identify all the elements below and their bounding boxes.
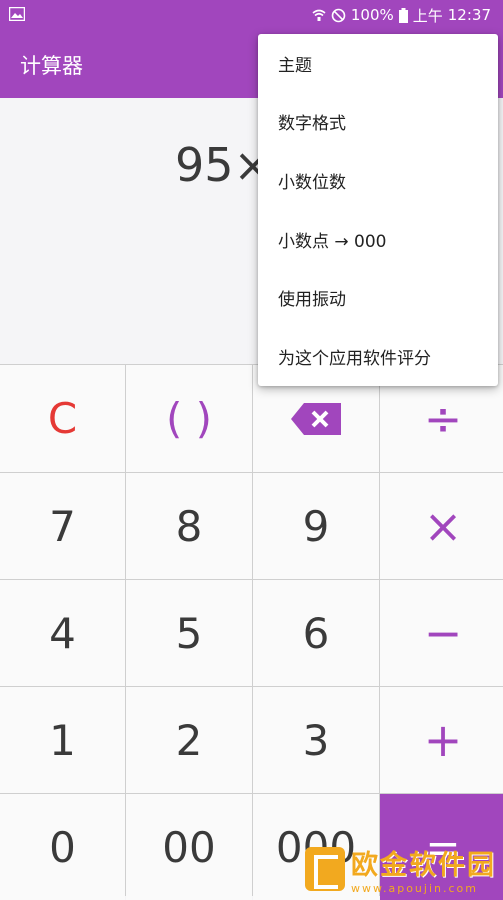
digit-3-button[interactable]: 3 xyxy=(253,687,379,793)
menu-item-decimal-point-000[interactable]: 小数点 → 000 xyxy=(258,210,498,269)
digit-5-button[interactable]: 5 xyxy=(126,580,252,686)
status-right: 100% 上午 12:37 xyxy=(312,0,491,30)
clock: 12:37 xyxy=(447,6,491,24)
subtract-button[interactable]: − xyxy=(380,580,503,686)
digit-7-button[interactable]: 7 xyxy=(0,473,125,579)
digit-1-button[interactable]: 1 xyxy=(0,687,125,793)
menu-item-rate-app[interactable]: 为这个应用软件评分 xyxy=(258,327,498,386)
watermark-logo-icon xyxy=(305,846,345,891)
keypad: C ( ) ÷ 7 8 9 × 4 5 6 − 1 2 3 + 0 00 000… xyxy=(0,364,503,900)
wifi-icon xyxy=(312,9,326,21)
digit-0-button[interactable]: 0 xyxy=(0,794,125,900)
menu-item-theme[interactable]: 主题 xyxy=(258,34,498,93)
time-period: 上午 xyxy=(412,6,443,25)
digit-6-button[interactable]: 6 xyxy=(253,580,379,686)
watermark-url: www.apoujin.com xyxy=(351,881,478,895)
parentheses-button[interactable]: ( ) xyxy=(126,365,252,472)
multiply-button[interactable]: × xyxy=(380,473,503,579)
clear-button[interactable]: C xyxy=(0,365,125,472)
watermark: 欧金软件园 www.apoujin.com xyxy=(305,842,503,895)
battery-percent: 100% xyxy=(350,6,394,24)
digit-4-button[interactable]: 4 xyxy=(0,580,125,686)
menu-item-decimal-places[interactable]: 小数位数 xyxy=(258,151,498,210)
menu-item-number-format[interactable]: 数字格式 xyxy=(258,93,498,152)
double-zero-button[interactable]: 00 xyxy=(126,794,252,900)
digit-9-button[interactable]: 9 xyxy=(253,473,379,579)
digit-8-button[interactable]: 8 xyxy=(126,473,252,579)
status-bar: 100% 上午 12:37 xyxy=(0,0,503,30)
digit-2-button[interactable]: 2 xyxy=(126,687,252,793)
menu-item-vibration[interactable]: 使用振动 xyxy=(258,268,498,327)
backspace-icon xyxy=(291,402,341,435)
watermark-title: 欧金软件园 xyxy=(351,849,496,881)
app-title: 计算器 xyxy=(20,54,83,78)
add-button[interactable]: + xyxy=(380,687,503,793)
overflow-menu: 主题 数字格式 小数位数 小数点 → 000 使用振动 为这个应用软件评分 xyxy=(258,34,498,386)
battery-icon xyxy=(398,7,408,23)
do-not-disturb-icon xyxy=(331,8,346,22)
gallery-notification-icon xyxy=(9,7,25,21)
